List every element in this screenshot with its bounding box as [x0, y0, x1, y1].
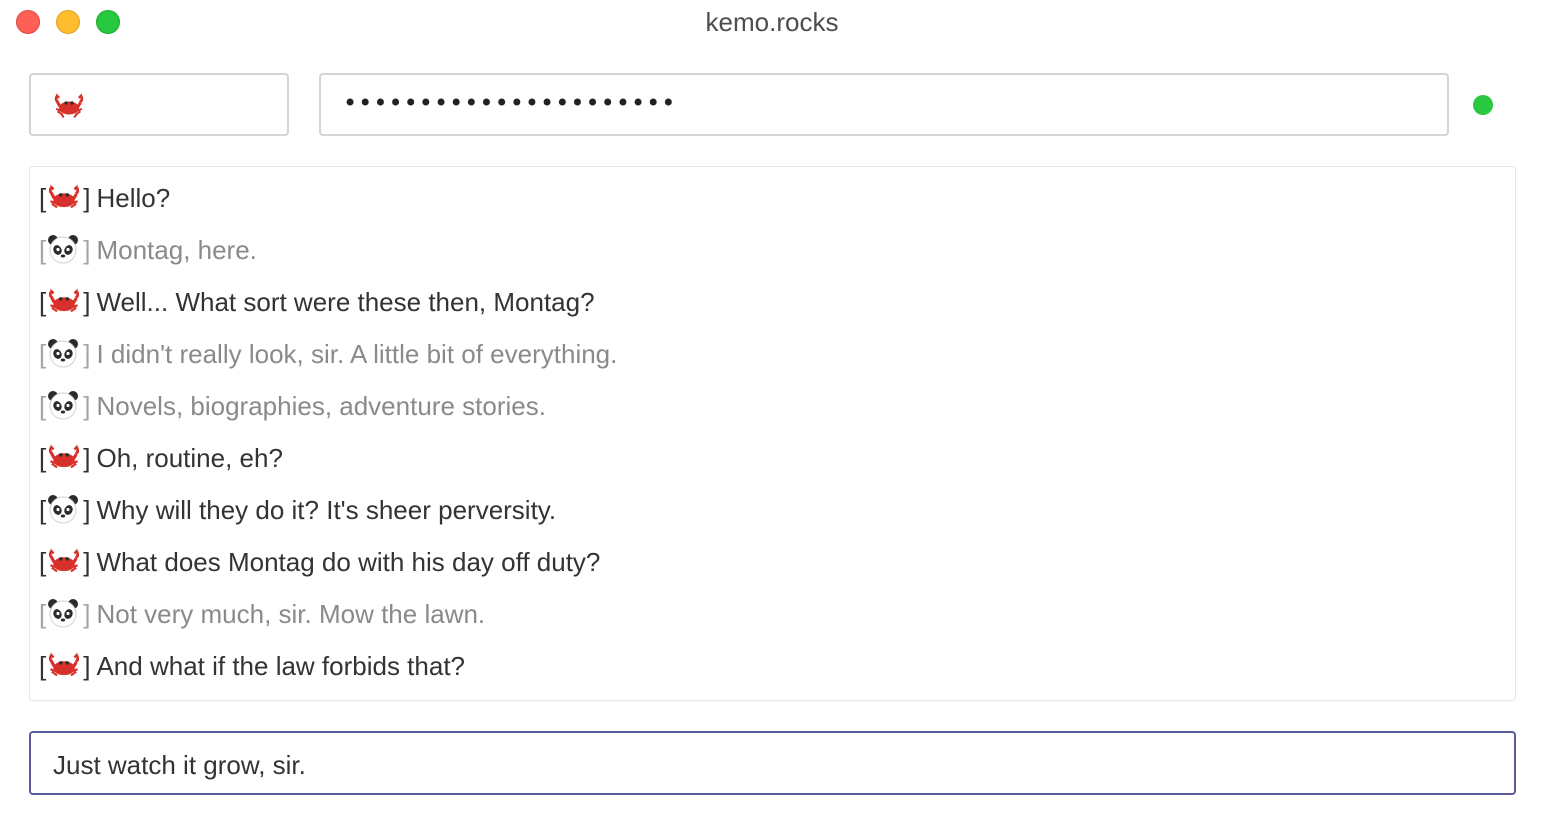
bracket-open: [: [39, 650, 47, 681]
message-text: I didn't really look, sir. A little bit …: [96, 338, 618, 369]
panda-icon: [47, 390, 81, 422]
message-row: [] Well... What sort were these then, Mon…: [39, 282, 595, 322]
crab-icon: [47, 546, 81, 578]
bracket-open: [: [39, 234, 47, 265]
crab-icon: [47, 650, 81, 682]
bracket-open: [: [39, 546, 47, 577]
bracket-close: ]: [83, 546, 91, 577]
connection-status-indicator: [1473, 95, 1493, 115]
message-row: [] Montag, here.: [39, 230, 257, 270]
bracket-open: [: [39, 598, 47, 629]
bracket-open: [: [39, 338, 47, 369]
message-row: [] Why will they do it? It's sheer perver…: [39, 490, 556, 530]
message-text: Oh, routine, eh?: [96, 442, 283, 473]
message-text: Montag, here.: [96, 234, 257, 265]
password-field[interactable]: ••••••••••••••••••••••: [319, 73, 1449, 136]
window-title: kemo.rocks: [705, 7, 839, 37]
message-text: What does Montag do with his day off dut…: [96, 546, 601, 577]
message-row: [] I didn't really look, sir. A little bi…: [39, 334, 617, 374]
message-row: [] Not very much, sir. Mow the lawn.: [39, 594, 485, 634]
panda-icon: [47, 494, 81, 526]
panda-icon: [47, 338, 81, 370]
title-bar: kemo.rocks: [0, 0, 1544, 46]
bracket-open: [: [39, 442, 47, 473]
bracket-open: [: [39, 390, 47, 421]
bracket-close: ]: [83, 234, 91, 265]
bracket-close: ]: [83, 494, 91, 525]
message-list[interactable]: [] Hello?[] Montag, here.[] Well... What so…: [29, 166, 1516, 701]
bracket-open: [: [39, 286, 47, 317]
crab-icon: [47, 286, 81, 318]
bracket-close: ]: [83, 182, 91, 213]
message-text: Well... What sort were these then, Monta…: [96, 286, 595, 317]
message-text: Not very much, sir. Mow the lawn.: [96, 598, 486, 629]
panda-icon: [47, 234, 81, 266]
message-text: Novels, biographies, adventure stories.: [96, 390, 546, 421]
message-input[interactable]: Just watch it grow, sir.: [29, 731, 1516, 795]
bracket-close: ]: [83, 286, 91, 317]
password-value: ••••••••••••••••••••••: [343, 89, 677, 117]
bracket-close: ]: [83, 390, 91, 421]
panda-icon: [47, 598, 81, 630]
bracket-open: [: [39, 182, 47, 213]
bracket-close: ]: [83, 442, 91, 473]
crab-icon: [47, 182, 81, 214]
bracket-open: [: [39, 494, 47, 525]
message-row: [] Novels, biographies, adventure stories…: [39, 386, 546, 426]
message-row: [] And what if the law forbids that?: [39, 646, 465, 686]
message-text: And what if the law forbids that?: [96, 650, 466, 681]
message-text: Why will they do it? It's sheer perversi…: [96, 494, 557, 525]
message-row: [] Oh, routine, eh?: [39, 438, 283, 478]
crab-icon: [54, 93, 84, 119]
message-row: [] Hello?: [39, 178, 170, 218]
message-input-value: Just watch it grow, sir.: [53, 750, 306, 780]
bracket-close: ]: [83, 338, 91, 369]
message-text: Hello?: [96, 182, 171, 213]
app-window: kemo.rocks •••••••••••••••••••••• [] He…: [0, 0, 1544, 824]
username-field[interactable]: [29, 73, 289, 136]
bracket-close: ]: [83, 650, 91, 681]
message-row: [] What does Montag do with his day off d…: [39, 542, 600, 582]
bracket-close: ]: [83, 598, 91, 629]
crab-icon: [47, 442, 81, 474]
